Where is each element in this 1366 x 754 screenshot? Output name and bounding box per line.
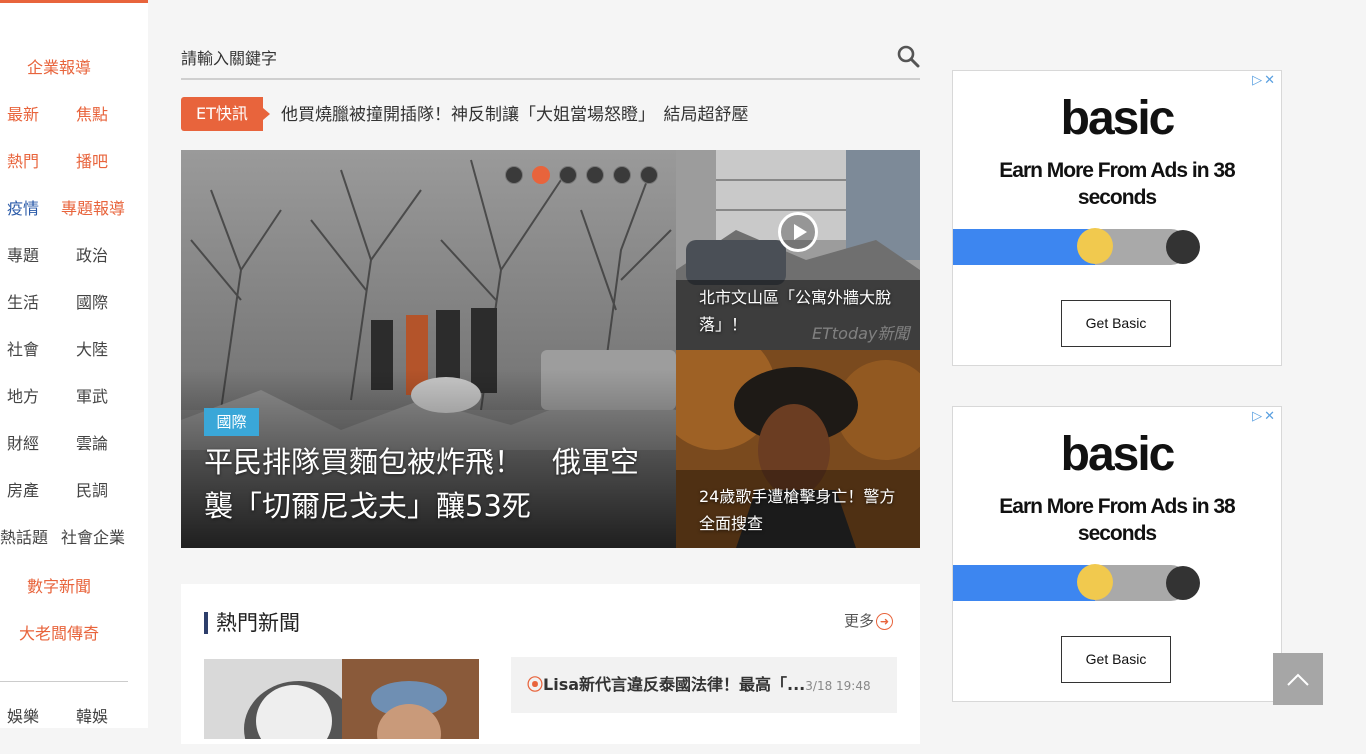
side-story-top-caption[interactable]: 北市文山區「公寓外牆大脫落」！ (699, 284, 899, 338)
sidebar-item-korean-ent[interactable]: 韓娛 (76, 707, 108, 727)
sidebar-row: 社會 大陸 (0, 340, 148, 387)
ad-headline: Earn More From Ads in 38 seconds (999, 495, 1235, 545)
ad-brand-logo: basic (1060, 428, 1176, 481)
ad-progress-fill (953, 229, 1095, 265)
sidebar-row: 熱門 播吧 (0, 152, 148, 199)
sidebar-item-digital-news[interactable]: 數字新聞 (0, 577, 118, 597)
ad-progress-knob (1077, 228, 1113, 264)
ad-brand-icon (1166, 566, 1200, 600)
search-icon[interactable] (896, 44, 920, 68)
sidebar-row-entertainment: 娛樂 韓娛 (0, 707, 148, 754)
sidebar-row: 地方 軍武 (0, 387, 148, 434)
sidebar-row: 熱話題 社會企業 (0, 528, 148, 575)
search-input[interactable] (181, 44, 871, 72)
more-label: 更多 (844, 612, 875, 630)
ad-progress-fill (953, 565, 1095, 601)
carousel-dot[interactable] (640, 166, 658, 184)
sidebar-row: 財經 雲論 (0, 434, 148, 481)
side-story-bottom-caption[interactable]: 24歲歌手遭槍擊身亡！警方全面搜查 (699, 483, 904, 537)
sidebar-item-boss-legend[interactable]: 大老闆傳奇 (0, 624, 118, 644)
sidebar-row: 專題 政治 (0, 246, 148, 293)
carousel-dot[interactable] (586, 166, 604, 184)
sidebar-active-indicator (0, 0, 148, 3)
sidebar-item[interactable]: 熱門 (7, 152, 39, 172)
carousel-dot[interactable] (559, 166, 577, 184)
ad-banner-1[interactable]: ▷✕ basic Earn More From Ads in 38 second… (952, 70, 1282, 366)
hot-news-item[interactable]: ⦿Lisa新代言違反泰國法律！最高「...3/18 19:48 (511, 657, 897, 713)
hot-news-thumbnail[interactable] (204, 659, 479, 739)
play-video-icon[interactable] (778, 212, 818, 252)
ad-choices-close-icon[interactable]: ▷✕ (1252, 73, 1277, 89)
sidebar-item[interactable]: 疫情 (7, 199, 39, 219)
sidebar-item[interactable]: 熱話題 (0, 528, 48, 548)
sidebar-item[interactable]: 最新 (7, 105, 39, 125)
flash-news-tag: ET快訊 (181, 97, 263, 131)
ad-banner-2[interactable]: ▷✕ basic Earn More From Ads in 38 second… (952, 406, 1282, 702)
search-bar (181, 38, 920, 80)
hero-headline[interactable]: 平民排隊買麵包被炸飛！ 俄軍空襲「切爾尼戈夫」釀53死 (204, 440, 664, 528)
ad-cta-button[interactable]: Get Basic (1061, 636, 1171, 683)
ad-brand-logo: basic (1060, 92, 1176, 145)
more-link[interactable]: 更多 ➜ (844, 610, 894, 632)
sidebar-item[interactable]: 播吧 (76, 152, 108, 172)
hot-news-title: 熱門新聞 (216, 611, 300, 635)
hero-category-badge[interactable]: 國際 (204, 408, 259, 436)
flash-arrow-icon (263, 108, 270, 120)
flash-news-headline[interactable]: 他買燒臘被撞開插隊！神反制讓「大姐當場怒瞪」 結局超舒壓 (281, 104, 749, 126)
ad-choices-close-icon[interactable]: ▷✕ (1252, 409, 1277, 425)
sidebar-item[interactable]: 專題報導 (61, 199, 125, 219)
sidebar-item[interactable]: 焦點 (76, 105, 108, 125)
sidebar-divider (0, 681, 128, 682)
sidebar-row: 房產 民調 (0, 481, 148, 528)
sidebar-item-entertainment[interactable]: 娛樂 (7, 707, 39, 727)
sidebar-item-enterprise-report[interactable]: 企業報導 (0, 58, 118, 78)
sidebar-item[interactable]: 生活 (7, 293, 39, 313)
sidebar-item[interactable]: 雲論 (76, 434, 108, 454)
sidebar-row: 最新 焦點 (0, 105, 148, 152)
ad-headline: Earn More From Ads in 38 seconds (999, 159, 1235, 209)
sidebar-row: 疫情 專題報導 (0, 199, 148, 246)
back-to-top-button[interactable] (1273, 653, 1323, 705)
sidebar-row: 生活 國際 (0, 293, 148, 340)
hot-news-photo (204, 659, 479, 739)
sidebar-item[interactable]: 房產 (7, 481, 39, 501)
sidebar-item[interactable]: 地方 (7, 387, 39, 407)
carousel-dot[interactable] (505, 166, 523, 184)
side-story-bottom[interactable]: 24歲歌手遭槍擊身亡！警方全面搜查 (676, 350, 920, 548)
ad-brand-icon (1166, 230, 1200, 264)
sidebar-item[interactable]: 軍武 (76, 387, 108, 407)
side-story-top[interactable]: ETtoday新聞 北市文山區「公寓外牆大脫落」！ (676, 150, 920, 350)
section-title-bar (204, 612, 208, 634)
arrow-right-circle-icon: ➜ (876, 613, 894, 630)
ad-cta-button[interactable]: Get Basic (1061, 300, 1171, 347)
sidebar-item[interactable]: 國際 (76, 293, 108, 313)
sidebar-item[interactable]: 大陸 (76, 340, 108, 360)
sidebar-item[interactable]: 社會企業 (61, 528, 125, 548)
sidebar-item[interactable]: 財經 (7, 434, 39, 454)
chevron-up-icon (1287, 673, 1309, 686)
carousel-dot[interactable] (532, 166, 550, 184)
hot-news-item-headline: Lisa新代言違反泰國法律！最高「... (543, 675, 806, 694)
ad-progress-knob (1077, 564, 1113, 600)
sidebar-item[interactable]: 社會 (7, 340, 39, 360)
hot-news-item-time: 3/18 19:48 (805, 679, 871, 693)
sidebar-item[interactable]: 專題 (7, 246, 39, 266)
sidebar-item[interactable]: 政治 (76, 246, 108, 266)
sidebar-item[interactable]: 民調 (76, 481, 108, 501)
carousel-dot[interactable] (613, 166, 631, 184)
play-circle-icon: ⦿ (527, 675, 544, 694)
